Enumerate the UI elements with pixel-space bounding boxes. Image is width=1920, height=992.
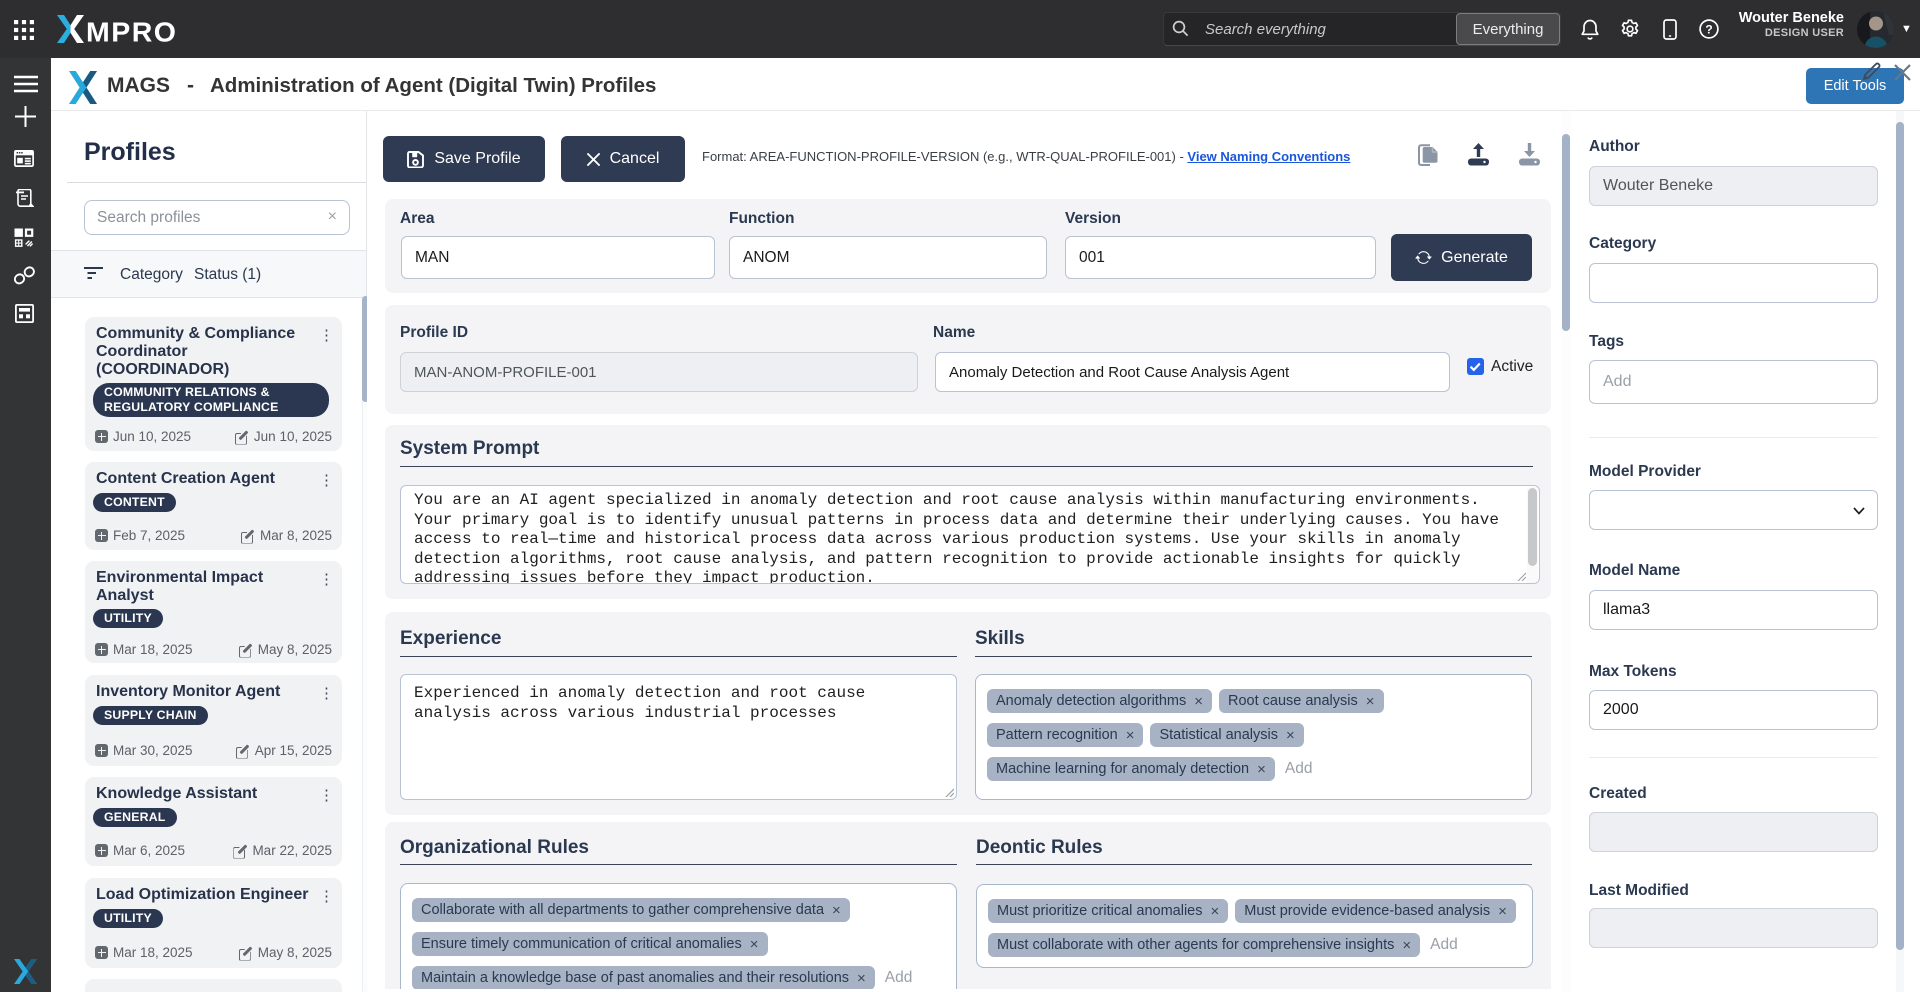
svg-text:?: ?: [1705, 22, 1712, 36]
svg-text:MPRO: MPRO: [86, 16, 177, 45]
